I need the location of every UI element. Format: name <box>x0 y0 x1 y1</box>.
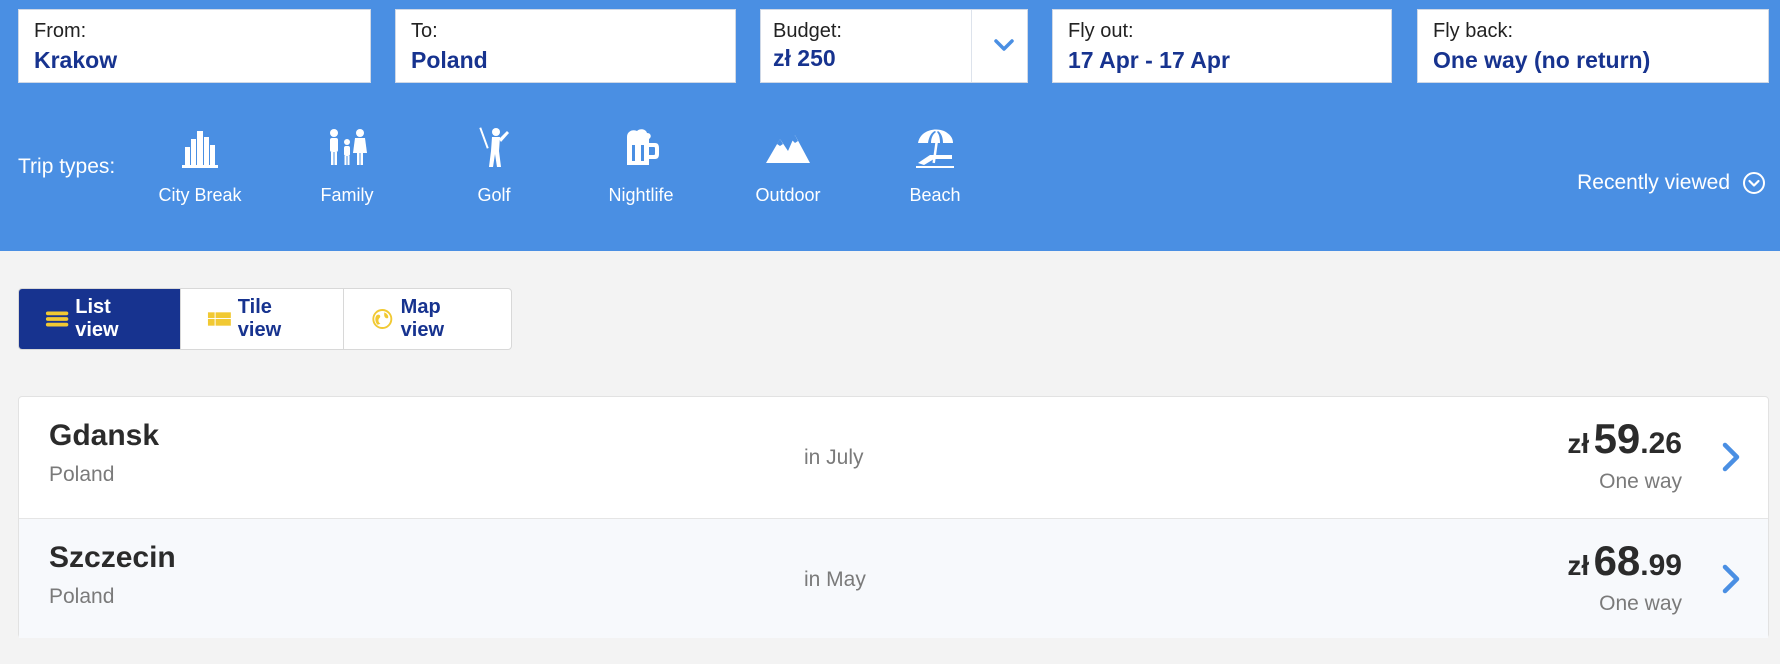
from-label: From: <box>34 20 87 42</box>
fare-price: zł 59.26 <box>1567 415 1682 463</box>
trip-type-beach[interactable]: Beach <box>875 125 995 206</box>
trip-type-label: City Break <box>158 185 242 205</box>
view-toggle: List view Tile view Map view <box>18 288 512 350</box>
results-list: Gdansk Poland in July zł 59.26 One way S… <box>18 396 1769 638</box>
map-view-label: Map view <box>400 296 445 341</box>
recently-viewed-label: Recently viewed <box>1577 171 1730 194</box>
budget-label: Budget: <box>773 20 842 42</box>
travel-month: in July <box>804 446 864 469</box>
from-value: Krakow <box>34 47 118 73</box>
destination-country: Poland <box>49 585 115 608</box>
fly-back-label: Fly back: <box>1433 20 1514 42</box>
price-integer: 59 <box>1593 415 1641 462</box>
price-decimal: .99 <box>1640 549 1682 582</box>
trip-type-label: Family <box>320 185 374 205</box>
trip-kind: One way <box>1599 592 1682 615</box>
price-integer: 68 <box>1593 537 1641 584</box>
chevron-right-icon[interactable] <box>1718 561 1744 597</box>
trip-type-nightlife[interactable]: Nightlife <box>581 125 701 206</box>
map-view-button[interactable]: Map view <box>344 289 511 349</box>
list-icon <box>45 311 69 327</box>
mountain-icon <box>766 135 810 163</box>
price-currency: zł <box>1567 428 1590 459</box>
chevron-circle-down-icon <box>1743 172 1765 194</box>
trip-type-label: Golf <box>477 185 511 205</box>
budget-field[interactable]: Budget: zł 250 <box>760 9 1028 83</box>
beach-umbrella-icon <box>916 129 954 168</box>
fare-price: zł 68.99 <box>1567 537 1682 585</box>
recently-viewed-toggle[interactable]: Recently viewed <box>1577 171 1766 195</box>
trip-type-label: Beach <box>909 185 961 205</box>
trip-type-golf[interactable]: Golf <box>434 125 554 206</box>
list-view-label: List view <box>75 296 119 341</box>
family-icon <box>330 129 367 165</box>
trip-types-label: Trip types: <box>18 155 116 178</box>
list-view-button[interactable]: List view <box>19 289 181 349</box>
tile-view-button[interactable]: Tile view <box>181 289 344 349</box>
budget-value: zł 250 <box>773 45 836 71</box>
to-value: Poland <box>411 47 488 73</box>
result-row[interactable]: Gdansk Poland in July zł 59.26 One way <box>19 397 1768 517</box>
chevron-down-icon[interactable] <box>987 28 1021 62</box>
price-decimal: .26 <box>1640 427 1682 460</box>
fly-out-field[interactable]: Fly out: 17 Apr - 17 Apr <box>1052 9 1392 83</box>
trip-type-outdoor[interactable]: Outdoor <box>728 125 848 206</box>
tile-view-label: Tile view <box>237 296 282 341</box>
destination-country: Poland <box>49 463 115 486</box>
tile-icon <box>207 312 231 326</box>
to-label: To: <box>411 20 438 42</box>
city-icon <box>182 131 218 168</box>
fly-back-value: One way (no return) <box>1433 47 1651 73</box>
budget-divider <box>971 10 972 82</box>
from-field[interactable]: From: Krakow <box>18 9 371 83</box>
beer-icon <box>627 129 659 165</box>
fly-out-label: Fly out: <box>1068 20 1134 42</box>
trip-type-family[interactable]: Family <box>287 125 407 206</box>
golf-icon <box>479 127 509 167</box>
to-field[interactable]: To: Poland <box>395 9 736 83</box>
trip-type-label: Nightlife <box>608 185 674 205</box>
destination-city: Szczecin <box>49 541 176 574</box>
trip-type-label: Outdoor <box>755 185 821 205</box>
destination-city: Gdansk <box>49 419 160 452</box>
price-currency: zł <box>1567 550 1590 581</box>
travel-month: in May <box>804 568 866 591</box>
search-header: From: Krakow To: Poland Budget: zł 250 F… <box>0 0 1780 251</box>
globe-icon <box>372 309 393 329</box>
result-row[interactable]: Szczecin Poland in May zł 68.99 One way <box>19 518 1768 638</box>
fly-back-field[interactable]: Fly back: One way (no return) <box>1417 9 1769 83</box>
chevron-right-icon[interactable] <box>1718 439 1744 475</box>
fly-out-value: 17 Apr - 17 Apr <box>1068 47 1230 73</box>
trip-kind: One way <box>1599 470 1682 493</box>
trip-type-city-break[interactable]: City Break <box>140 125 260 206</box>
